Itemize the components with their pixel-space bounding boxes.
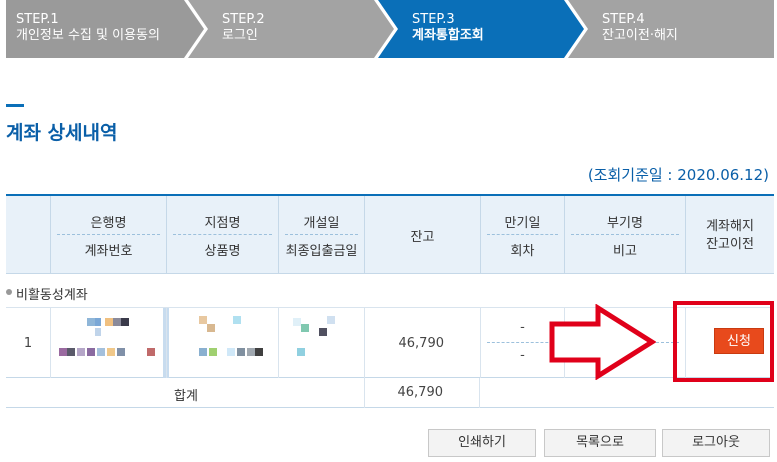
header-balance-label: 잔고 [410, 230, 435, 245]
row-number: 1 [23, 336, 33, 351]
step-2-label: 로그인 [222, 28, 258, 43]
step-3-label: 계좌통합조회 [412, 28, 484, 43]
header-bank: 은행명 [90, 216, 127, 231]
header-account-no: 계좌번호 [84, 244, 133, 259]
header-bank-account: 은행명 계좌번호 [50, 196, 166, 274]
bullet-icon [6, 289, 12, 295]
table-header: 은행명 계좌번호 지점명 상품명 개설일 최종입출금일 잔고 만기일 회차 부기… [6, 196, 774, 274]
header-last-deposit: 최종입출금일 [285, 244, 358, 259]
step-4-label: 잔고이전·해지 [602, 28, 678, 43]
total-row: 합계 46,790 [6, 378, 774, 408]
step-1-label: 개인정보 수집 및 이용동의 [16, 28, 160, 43]
page-title: 계좌 상세내역 [6, 122, 118, 144]
header-branch: 지점명 [204, 216, 241, 231]
header-product: 상품명 [204, 244, 241, 259]
header-subname-note: 부기명 비고 [564, 196, 685, 274]
header-maturity: 만기일 [504, 216, 541, 231]
total-label: 합계 [174, 389, 198, 404]
header-note: 비고 [613, 244, 637, 259]
header-no [6, 196, 50, 274]
step-4-number: STEP.4 [602, 12, 645, 27]
logout-button[interactable]: 로그아웃 [662, 429, 770, 457]
header-maturity-round: 만기일 회차 [480, 196, 564, 274]
header-opened-last: 개설일 최종입출금일 [278, 196, 364, 274]
step-1: STEP.1 개인정보 수집 및 이용동의 [6, 0, 204, 58]
header-branch-product: 지점명 상품명 [166, 196, 278, 274]
header-opened: 개설일 [303, 216, 340, 231]
step-3-number: STEP.3 [412, 12, 455, 27]
step-2: STEP.2 로그인 [188, 0, 394, 58]
step-3-current: STEP.3 계좌통합조회 [378, 0, 584, 58]
step-progress-bar: STEP.1 개인정보 수집 및 이용동의 STEP.2 로그인 STEP.3 … [6, 0, 774, 58]
header-round: 회차 [510, 244, 535, 259]
row-branch-product-masked [166, 308, 278, 378]
title-accent-bar [6, 104, 24, 107]
row-balance: 46,790 [364, 308, 480, 378]
header-action-line2: 잔고이전 [706, 237, 754, 252]
red-highlight-box [673, 301, 774, 382]
list-button[interactable]: 목록으로 [544, 429, 656, 457]
base-date: (조회기준일 : 2020.06.12) [587, 166, 769, 184]
step-2-number: STEP.2 [222, 12, 265, 27]
group-row: 비활동성계좌 [6, 274, 774, 308]
header-sub-name: 부기명 [607, 216, 643, 231]
red-arrow-annotation-icon [549, 304, 656, 380]
header-action-line1: 계좌해지 [706, 219, 754, 234]
table-row: 1 46,790 - - 신청 [6, 308, 774, 378]
row-dates-masked [278, 308, 364, 378]
step-1-number: STEP.1 [16, 12, 59, 27]
row-bank-account-masked [50, 308, 169, 378]
account-detail-table: 은행명 계좌번호 지점명 상품명 개설일 최종입출금일 잔고 만기일 회차 부기… [6, 194, 774, 408]
total-amount: 46,790 [364, 378, 480, 408]
group-label: 비활동성계좌 [16, 288, 88, 303]
step-4: STEP.4 잔고이전·해지 [568, 0, 774, 58]
header-action: 계좌해지 잔고이전 [685, 196, 774, 274]
header-balance: 잔고 [364, 196, 480, 274]
print-button[interactable]: 인쇄하기 [428, 429, 536, 457]
